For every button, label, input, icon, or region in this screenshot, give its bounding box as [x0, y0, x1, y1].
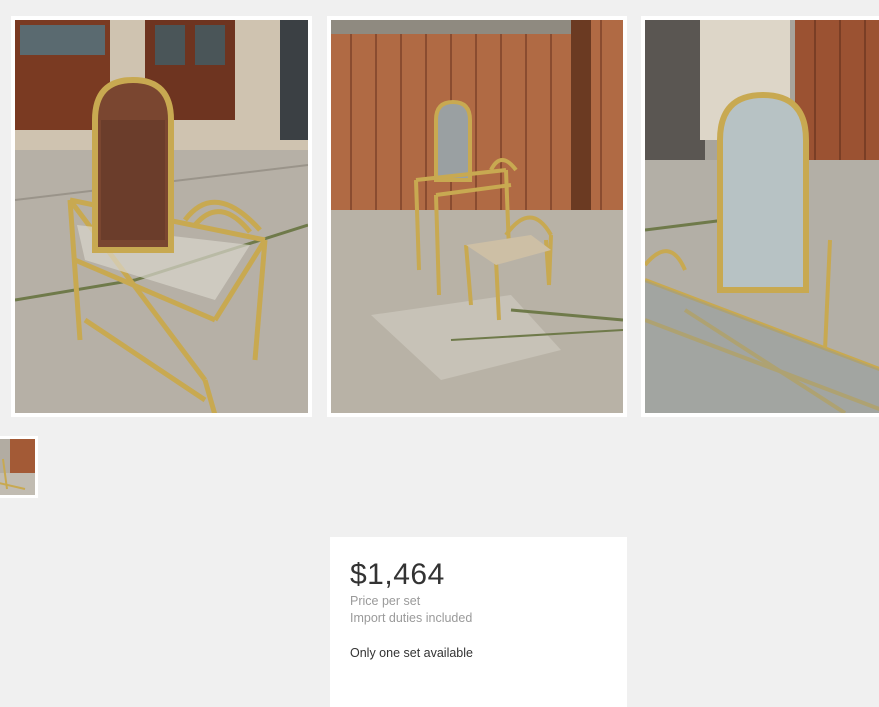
gallery-photo-3[interactable] [641, 16, 879, 417]
price-value: $1,464 [350, 558, 445, 591]
vanity-photo [15, 20, 308, 413]
thumbnail-image [0, 439, 35, 495]
gallery-photo-2[interactable] [327, 16, 627, 417]
gallery-thumbnail[interactable] [0, 436, 38, 498]
gallery-photo-1[interactable] [11, 16, 312, 417]
availability-text: Only one set available [350, 646, 473, 660]
vanity-chair-photo [331, 20, 623, 413]
price-per-label: Price per set [350, 594, 421, 608]
price-card: $1,464 Price per set Import duties inclu… [330, 537, 627, 707]
mirror-closeup-photo [645, 20, 879, 413]
duties-label: Import duties included [350, 611, 473, 625]
